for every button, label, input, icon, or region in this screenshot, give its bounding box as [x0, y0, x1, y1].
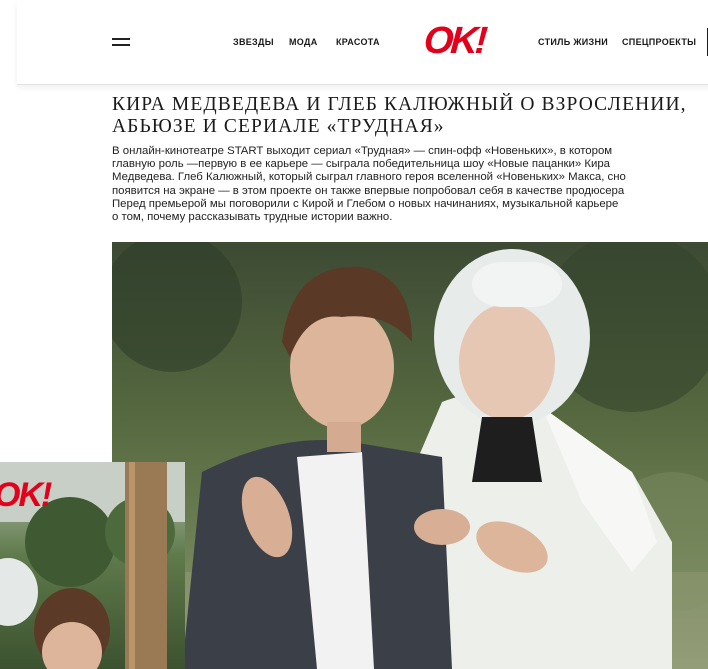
inset-logo: OK!: [0, 476, 52, 514]
lead-line: В онлайн-кинотеатре START выходит сериал…: [112, 145, 613, 157]
nav-link-lifestyle[interactable]: СТИЛЬ ЖИЗНИ: [538, 37, 608, 47]
lead-line: главную роль —первую в ее карьере — сыгр…: [112, 158, 610, 171]
article-title-line: АБЬЮЗЕ И СЕРИАЛЕ «ТРУДНАЯ»: [112, 116, 445, 137]
site-logo[interactable]: OK!: [423, 20, 487, 62]
lead-line: Перед премьерой мы поговорили с Кирой и …: [112, 197, 619, 210]
menu-icon[interactable]: [112, 38, 130, 48]
nav-link-fashion[interactable]: МОДА: [289, 37, 318, 47]
nav-link-special-projects[interactable]: СПЕЦПРОЕКТЫ: [622, 37, 696, 47]
lead-line: Медведева. Глеб Калюжный, который сыграл…: [112, 171, 626, 184]
lead-line: появится на экране — в этом проекте он т…: [112, 184, 625, 197]
article-title: КИРА МЕДВЕДЕВА И ГЛЕБ КАЛЮЖНЫЙ О ВЗРОСЛЕ…: [112, 94, 702, 138]
article-hero-photo: [112, 242, 708, 669]
nav-link-stars[interactable]: ЗВЕЗДЫ: [233, 37, 274, 47]
lead-line: о том, почему рассказывать трудные истор…: [112, 211, 393, 224]
article-title-line: КИРА МЕДВЕДЕВА И ГЛЕБ КАЛЮЖНЫЙ О ВЗРОСЛЕ…: [112, 94, 687, 115]
hero-photo-illustration: [112, 242, 708, 669]
article-lead: В онлайн-кинотеатре START выходит сериал…: [112, 145, 708, 224]
site-header: ЗВЕЗДЫ МОДА КРАСОТА СТИЛЬ ЖИЗНИ СПЕЦПРОЕ…: [17, 0, 708, 85]
nav-link-beauty[interactable]: КРАСОТА: [336, 37, 380, 47]
